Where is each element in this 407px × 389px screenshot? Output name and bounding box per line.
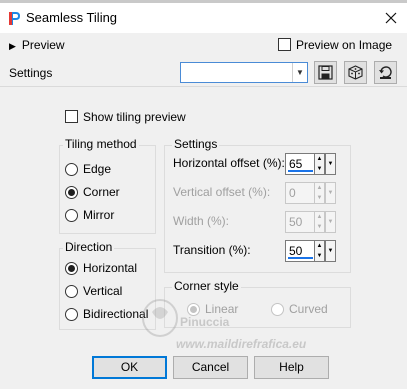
preview-label: Preview	[21, 38, 65, 52]
watermark-name: Pinuccia	[180, 315, 230, 329]
close-icon	[385, 12, 397, 24]
preview-on-image-checkbox[interactable]: Preview on Image	[278, 38, 392, 52]
vertical-offset-spinner[interactable]: 0 ▲ ▼ ▼	[285, 182, 336, 204]
cancel-button[interactable]: Cancel	[173, 356, 248, 379]
radio-label: Bidirectional	[83, 307, 149, 321]
chevron-down-icon[interactable]: ▼	[325, 240, 336, 262]
spin-arrows-icon[interactable]: ▲ ▼	[314, 153, 325, 175]
radio-label: Linear	[205, 302, 239, 316]
expand-arrow-icon: ▶	[9, 41, 16, 51]
close-button[interactable]	[380, 7, 402, 29]
radio-label: Corner	[83, 185, 120, 199]
window-title: Seamless Tiling	[26, 10, 118, 25]
width-label: Width (%):	[173, 214, 230, 228]
transition-spinner[interactable]: 50 ▲ ▼ ▼	[285, 240, 336, 262]
chevron-down-icon[interactable]: ▼	[325, 153, 336, 175]
width-field[interactable]: 50	[285, 211, 315, 233]
checkbox-box[interactable]	[65, 110, 78, 123]
radio-label: Horizontal	[83, 261, 138, 275]
spin-arrows-icon[interactable]: ▲ ▼	[314, 240, 325, 262]
radio-button[interactable]	[65, 284, 78, 298]
radio-curved[interactable]: Curved	[271, 302, 328, 316]
chevron-down-icon[interactable]: ▼	[325, 182, 336, 204]
corner-style-title: Corner style	[172, 279, 241, 293]
width-spinner[interactable]: 50 ▲ ▼ ▼	[285, 211, 336, 233]
horizontal-offset-label: Horizontal offset (%):	[173, 156, 285, 170]
spin-arrows-icon[interactable]: ▲ ▼	[314, 182, 325, 204]
watermark-url: www.maildirefrafica.eu	[176, 337, 307, 351]
ok-button[interactable]: OK	[92, 356, 167, 379]
radio-button[interactable]	[65, 162, 78, 176]
preset-dropdown[interactable]: ▼	[180, 62, 308, 83]
checkbox-box[interactable]	[278, 38, 291, 51]
app-logo-icon	[7, 11, 21, 26]
direction-title: Direction	[63, 240, 115, 254]
radio-button[interactable]	[65, 261, 78, 275]
help-button[interactable]: Help	[254, 356, 329, 379]
radio-button[interactable]	[187, 302, 200, 316]
transition-label: Transition (%):	[173, 243, 251, 257]
save-icon	[318, 65, 333, 80]
settings-label: Settings	[9, 66, 53, 80]
radio-button[interactable]	[271, 302, 284, 316]
radio-button[interactable]	[65, 208, 78, 222]
radio-vertical[interactable]: Vertical	[65, 284, 122, 298]
radio-bidirectional[interactable]: Bidirectional	[65, 307, 148, 321]
vertical-offset-field[interactable]: 0	[285, 182, 315, 204]
show-tiling-preview-checkbox[interactable]: Show tiling preview	[65, 110, 186, 124]
radio-linear[interactable]: Linear	[187, 302, 238, 316]
radio-button[interactable]	[65, 185, 78, 199]
preview-on-image-label: Preview on Image	[296, 38, 393, 52]
chevron-down-icon[interactable]: ▼	[325, 211, 336, 233]
tiling-method-group: Tiling method Edge Corner Mirror	[59, 137, 156, 234]
tiling-method-title: Tiling method	[63, 137, 139, 151]
radio-button[interactable]	[65, 307, 78, 321]
settings-group-title: Settings	[172, 137, 220, 151]
reset-preset-button[interactable]	[374, 61, 397, 84]
save-preset-button[interactable]	[314, 61, 337, 84]
radio-mirror[interactable]: Mirror	[65, 208, 114, 222]
radio-label: Mirror	[83, 208, 115, 222]
horizontal-offset-spinner[interactable]: 65 ▲ ▼ ▼	[285, 153, 336, 175]
watermark-logo-icon	[140, 296, 180, 338]
dice-icon	[348, 65, 363, 80]
radio-label: Edge	[83, 162, 112, 176]
radio-label: Curved	[289, 302, 328, 316]
vertical-offset-label: Vertical offset (%):	[173, 185, 271, 199]
chevron-down-icon[interactable]: ▼	[292, 63, 307, 82]
show-tiling-preview-label: Show tiling preview	[83, 110, 186, 124]
spin-arrows-icon[interactable]: ▲ ▼	[314, 211, 325, 233]
radio-horizontal[interactable]: Horizontal	[65, 261, 137, 275]
settings-group: Settings Horizontal offset (%): 65 ▲ ▼ ▼ …	[164, 137, 351, 273]
radio-corner[interactable]: Corner	[65, 185, 120, 199]
preview-toggle[interactable]: ▶ Preview	[9, 38, 65, 52]
radio-label: Vertical	[83, 284, 123, 298]
reset-icon	[379, 66, 392, 79]
transition-field[interactable]: 50	[285, 240, 315, 262]
radio-edge[interactable]: Edge	[65, 162, 111, 176]
random-preset-button[interactable]	[344, 61, 367, 84]
horizontal-offset-field[interactable]: 65	[285, 153, 315, 175]
